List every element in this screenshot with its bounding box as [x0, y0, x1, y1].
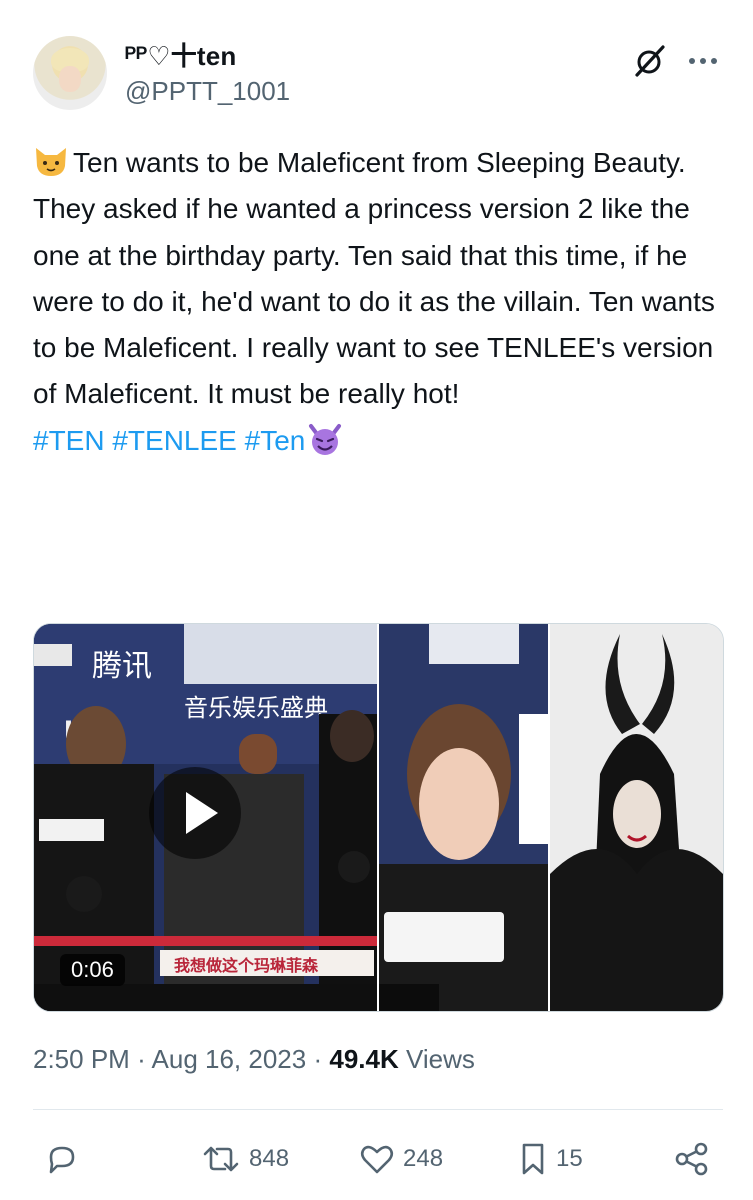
tweet-meta: 2:50 PM · Aug 16, 2023 · 49.4K Views: [33, 1044, 475, 1075]
author-handle[interactable]: @PPTT_1001: [125, 76, 290, 107]
grok-icon[interactable]: [633, 44, 667, 78]
image-maleficent[interactable]: [550, 624, 723, 1011]
share-button[interactable]: [673, 1135, 711, 1183]
more-icon[interactable]: [683, 44, 723, 78]
bookmark-icon: [522, 1143, 544, 1175]
svg-text:音乐娱乐盛典: 音乐娱乐盛典: [184, 694, 328, 722]
tweet-body: Ten wants to be Maleficent from Sleeping…: [33, 147, 715, 410]
tweet-date[interactable]: Aug 16, 2023: [152, 1044, 307, 1074]
reply-icon: [49, 1146, 75, 1174]
video-duration: 0:06: [60, 954, 125, 986]
tweet-text: Ten wants to be Maleficent from Sleeping…: [33, 140, 723, 464]
cat-face-emoji-icon: [36, 148, 66, 176]
views-label: Views: [406, 1044, 475, 1074]
share-icon: [675, 1142, 708, 1176]
tweet-time[interactable]: 2:50 PM: [33, 1044, 130, 1074]
smiling-imp-emoji-icon: [309, 423, 342, 455]
bookmark-button[interactable]: 15: [518, 1135, 583, 1183]
meta-separator: ·: [137, 1044, 146, 1074]
video-subtitle: 我想做这个玛琳菲森: [174, 956, 319, 975]
like-icon: [360, 1145, 394, 1174]
play-icon[interactable]: [149, 767, 241, 859]
reply-button[interactable]: [45, 1135, 87, 1183]
repost-count: 848: [249, 1145, 290, 1172]
avatar[interactable]: [33, 36, 107, 110]
tweet-hashtags[interactable]: #TEN #TENLEE #Ten: [33, 425, 305, 456]
image-closeup[interactable]: [379, 624, 548, 1011]
maleficent-scene: [550, 624, 723, 1011]
views-count: 49.4K: [329, 1044, 399, 1074]
tweet-header: ᴾᴾ♡十ten @PPTT_1001: [33, 34, 723, 114]
avatar-face: [59, 66, 81, 92]
repost-button[interactable]: 848: [201, 1135, 289, 1183]
like-count: 248: [403, 1145, 444, 1172]
video-thumbnail[interactable]: 腾讯 音乐娱乐盛典 US 我想做这个玛琳菲森 0:06: [34, 624, 377, 1011]
like-button[interactable]: 248: [359, 1135, 443, 1183]
bookmark-count: 15: [556, 1145, 583, 1172]
divider: [33, 1109, 723, 1110]
svg-text:腾讯: 腾讯: [92, 649, 152, 684]
repost-icon: [203, 1146, 239, 1172]
meta-separator-2: ·: [313, 1044, 323, 1074]
closeup-scene: [379, 624, 548, 1011]
author-display-name[interactable]: ᴾᴾ♡十ten: [125, 36, 237, 73]
action-bar: 848 248 15: [33, 1135, 723, 1183]
media-grid[interactable]: 腾讯 音乐娱乐盛典 US 我想做这个玛琳菲森 0:06: [33, 623, 724, 1012]
